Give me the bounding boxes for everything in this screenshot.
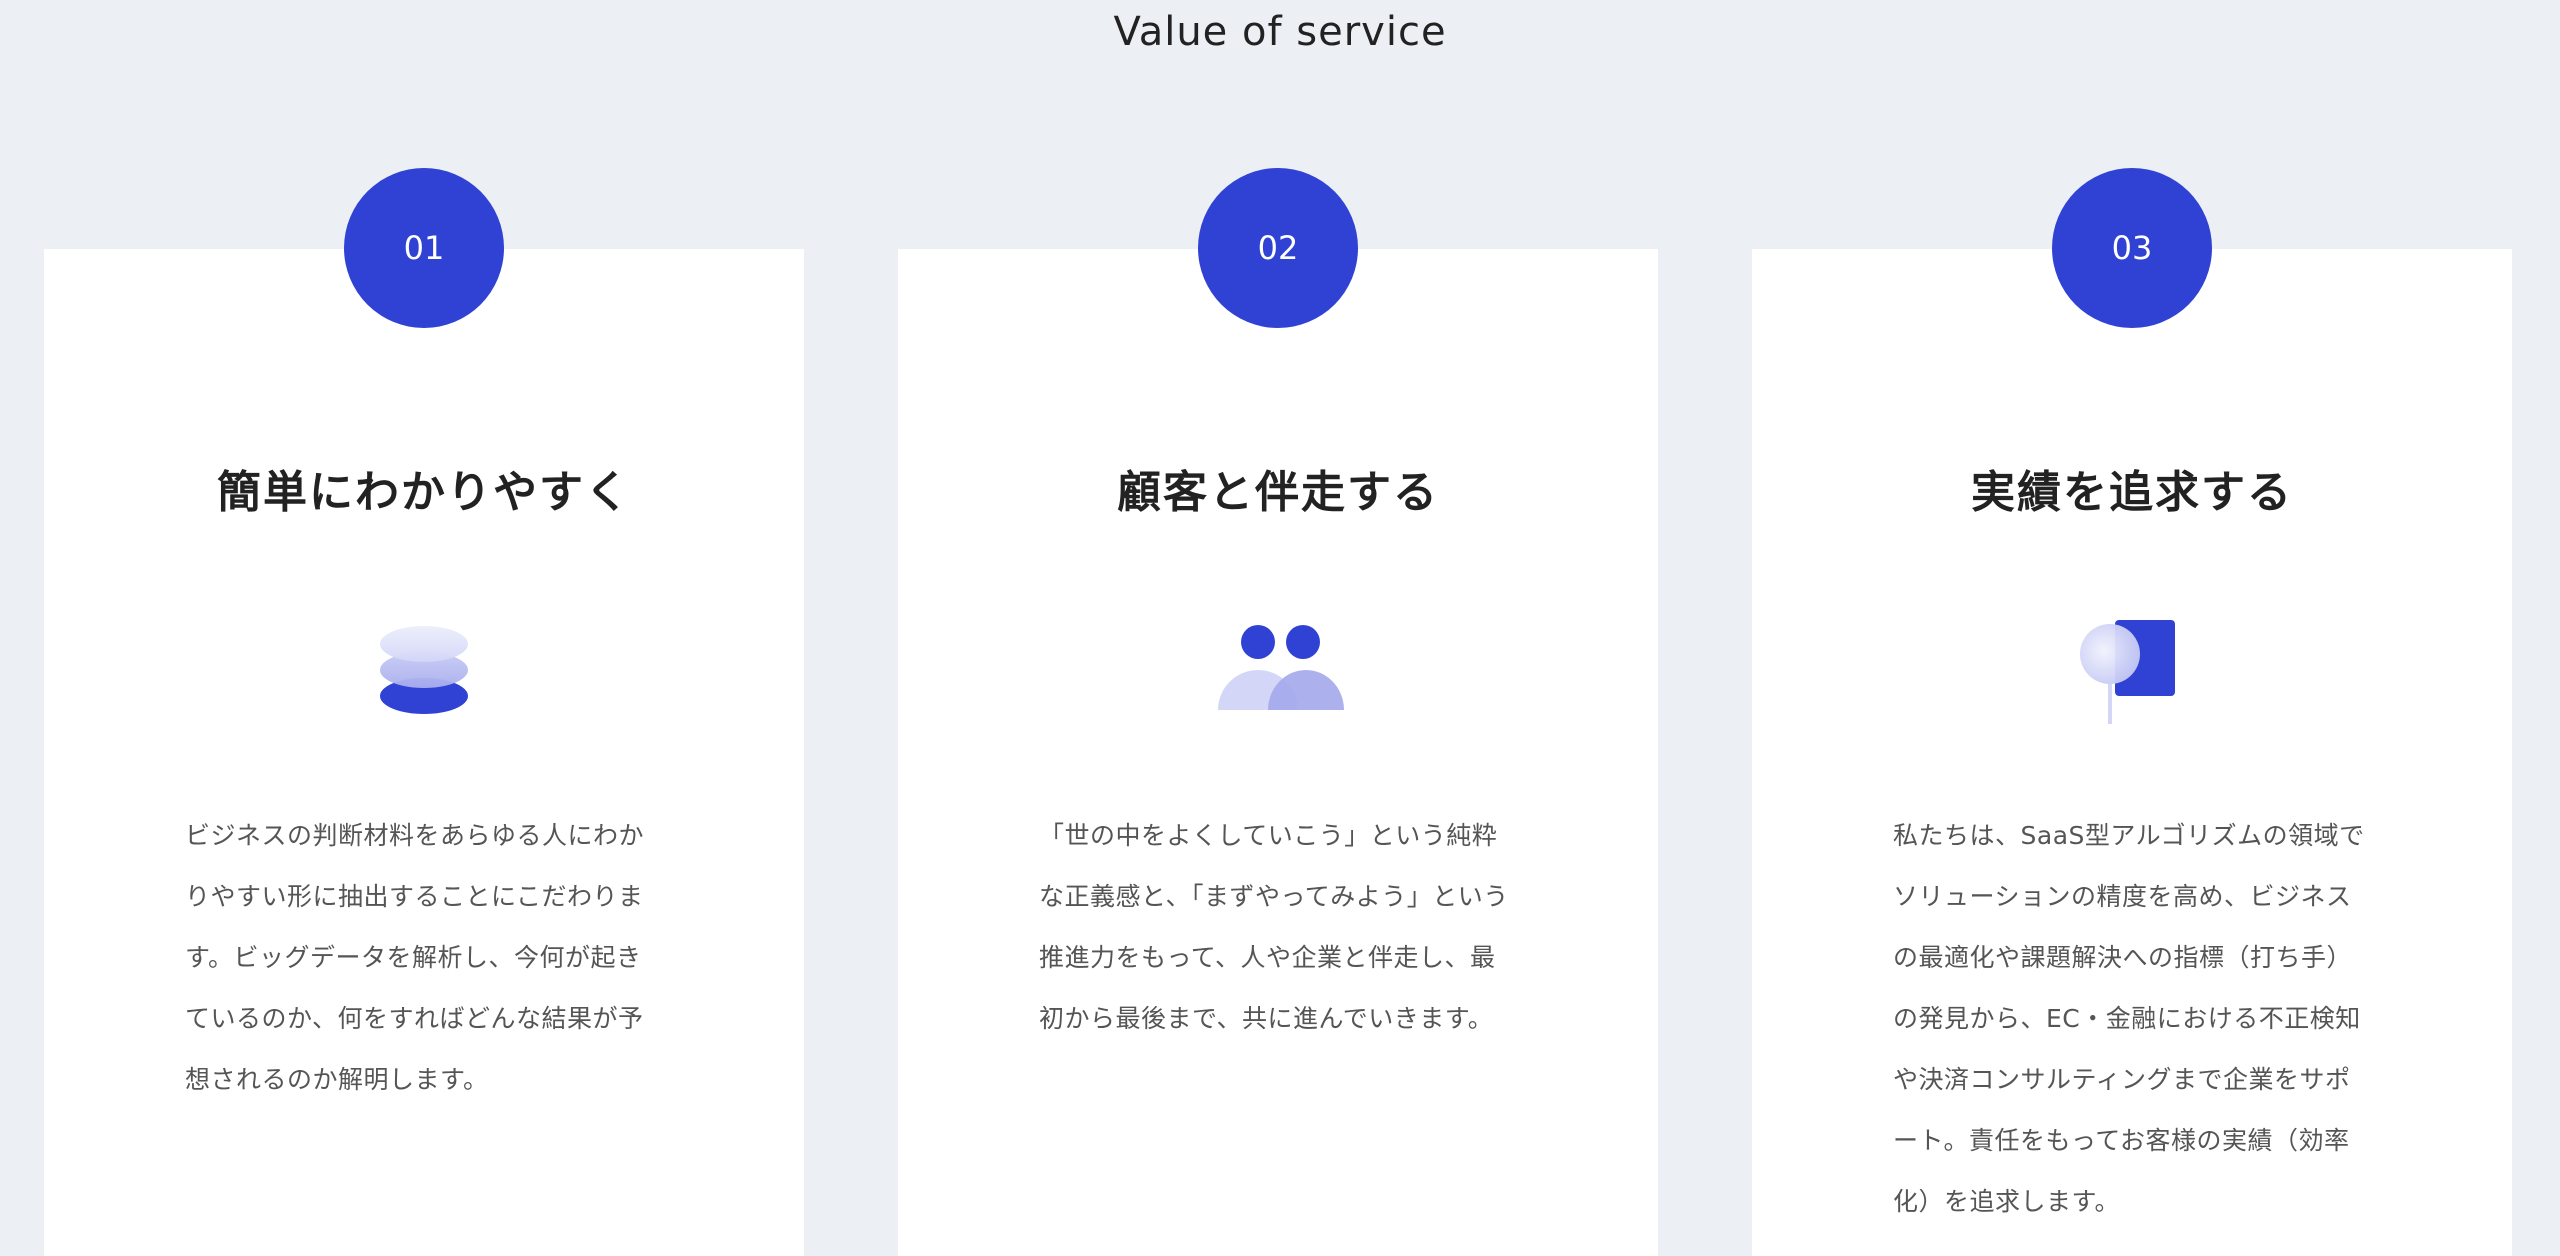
section-title: Value of service: [1113, 9, 1447, 55]
two-people-icon: [1218, 614, 1344, 724]
card-title: 顧客と伴走する: [1117, 467, 1439, 518]
card-description: 私たちは、SaaS型アルゴリズムの領域でソリューションの精度を高め、ビジネスの最…: [1893, 821, 2365, 1216]
value-card-1: 01 簡単にわかりやすく ビジネスの判断材料をあらゆる人にわかりやすい形に抽出す…: [44, 168, 804, 1256]
card-number-badge: 03: [2052, 168, 2212, 328]
value-card-2: 02 顧客と伴走する 「世の中をよくしていこう」という純粋な正義感と、「まずやっ…: [898, 168, 1658, 1256]
card-description: 「世の中をよくしていこう」という純粋な正義感と、「まずやってみよう」という推進力…: [1039, 821, 1509, 1033]
card-title: 実績を追求する: [1971, 467, 2293, 518]
stacked-layers-icon: [364, 614, 484, 724]
pin-and-square-icon: [2072, 614, 2192, 724]
card-number-badge: 01: [344, 168, 504, 328]
card-title: 簡単にわかりやすく: [217, 467, 631, 518]
card-description: ビジネスの判断材料をあらゆる人にわかりやすい形に抽出することにこだわります。ビッ…: [185, 821, 645, 1094]
value-card-3: 03 実績を追求する 私たちは、SaaS型アルゴリズムの領域でソリューションの精…: [1752, 168, 2512, 1256]
card-number-badge: 02: [1198, 168, 1358, 328]
